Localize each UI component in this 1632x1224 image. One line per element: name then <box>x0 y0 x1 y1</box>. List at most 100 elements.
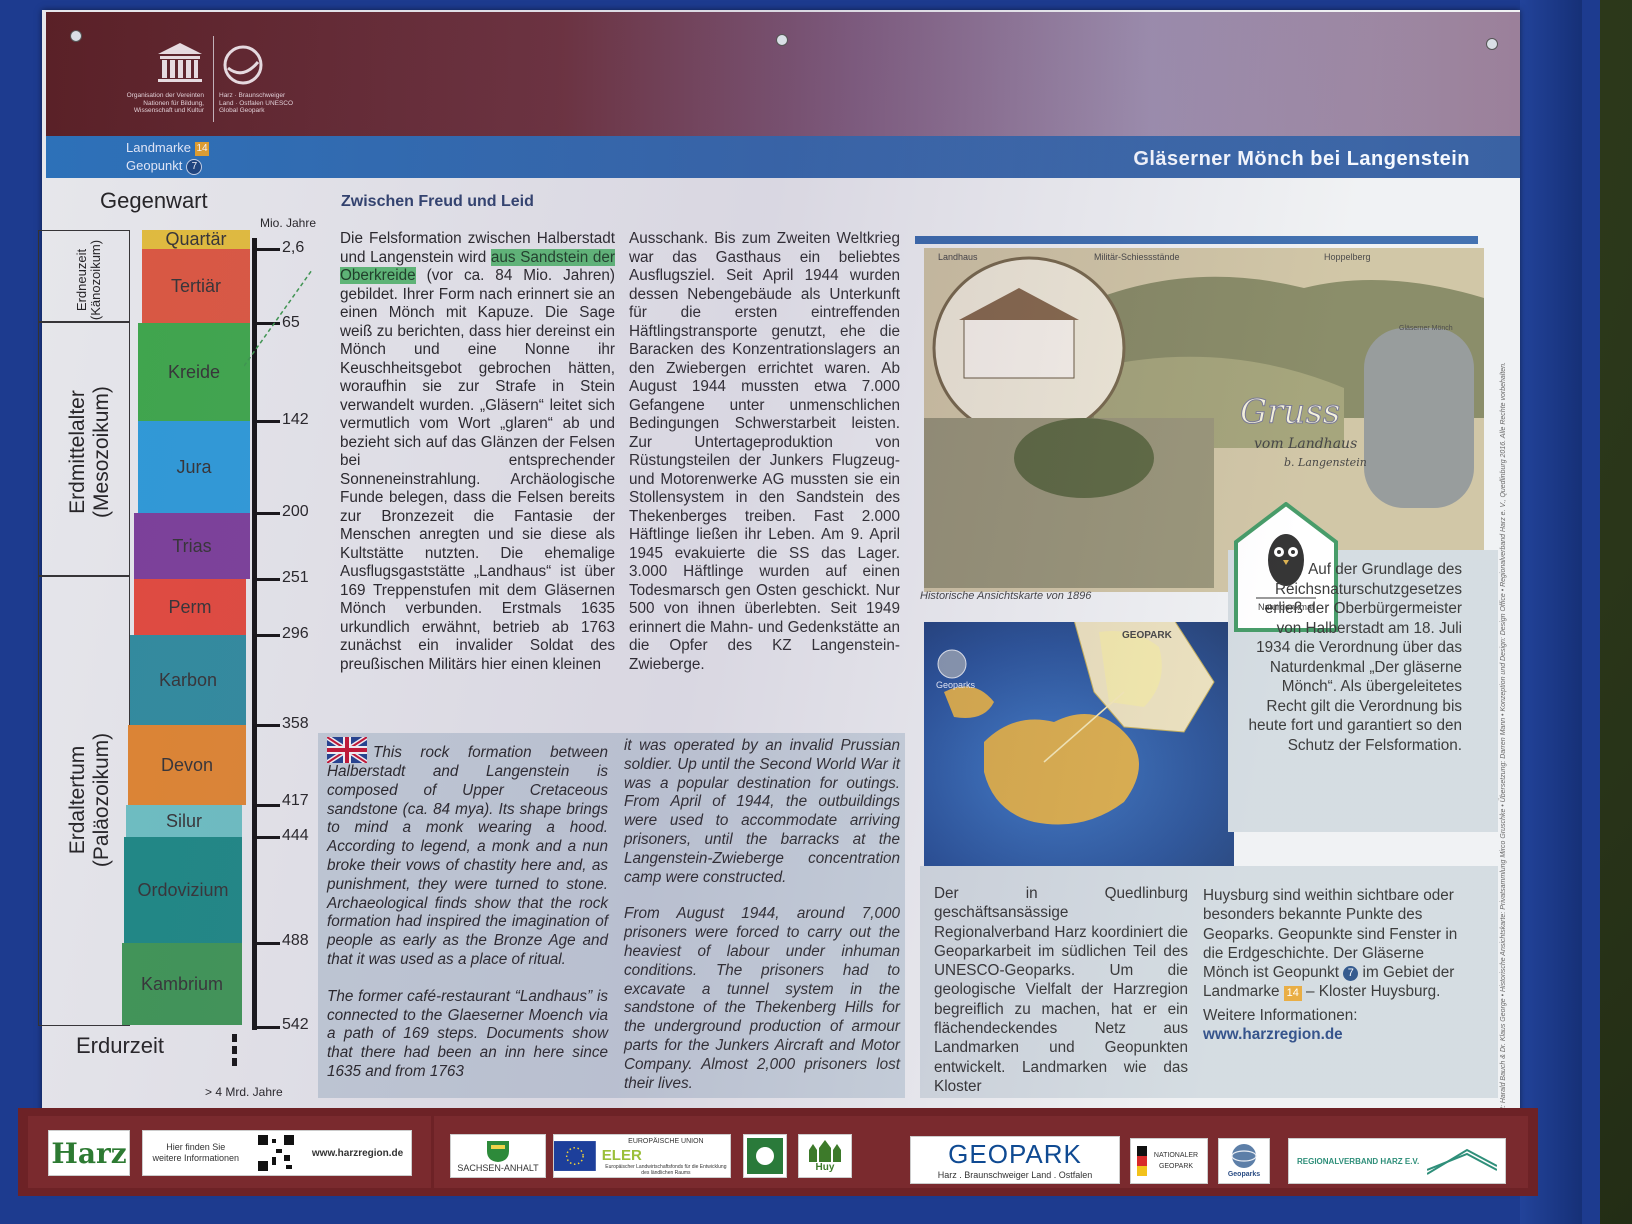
timeline-unit-label: Mio. Jahre <box>260 216 317 230</box>
postcard-label-landhaus: Landhaus <box>938 252 978 262</box>
tick-mark <box>252 836 280 839</box>
postcard-langenstein-text: b. Langenstein <box>1284 456 1367 469</box>
tick-label: 251 <box>282 569 309 586</box>
regionalverband-col2: Huysburg sind weithin sichtbare oder bes… <box>1203 886 1465 1044</box>
union-jack-flag-icon <box>327 737 367 763</box>
period-kambrium: Kambrium <box>122 943 242 1025</box>
geopark-map-image: GEOPARK Geoparks <box>924 619 1234 867</box>
map-geoparks-label: Geoparks <box>936 680 976 690</box>
era-label-erdmittelalter: Erdmittelalter (Mesozoikum) <box>66 386 113 518</box>
eu-flag-icon <box>554 1141 596 1171</box>
postcard-label-moench: Gläserner Mönch <box>1399 325 1453 332</box>
regionalverband-logo: REGIONALVERBAND HARZ E.V. <box>1288 1138 1506 1184</box>
tick-mark <box>252 420 280 423</box>
period-silur: Silur <box>126 805 242 837</box>
oberkreide-pointer-line <box>244 269 313 367</box>
article-title: Zwischen Freud und Leid <box>341 193 534 210</box>
tick-label: 358 <box>282 715 309 732</box>
tick-label: 142 <box>282 411 309 428</box>
article-german-col2: Ausschank. Bis zum Zweiten Weltkrieg war… <box>629 230 900 673</box>
german-flag-icon <box>1137 1146 1147 1176</box>
timeline-bottom-label: Erdurzeit <box>76 1033 165 1058</box>
postcard-top-bar <box>915 236 1478 244</box>
unesco-caption: Organisation der Vereinten Nationen für … <box>126 92 204 114</box>
sachsen-anhalt-logo: SACHSEN-ANHALT <box>450 1134 546 1178</box>
postcard-label-schiessstaende: Militär-Schiessstände <box>1094 252 1180 262</box>
tick-mark <box>252 248 280 251</box>
tick-mark <box>252 578 280 581</box>
regionalverband-col1: Der in Quedlinburg geschäftsansässige Re… <box>934 885 1188 1095</box>
huy-church-icon <box>809 1139 841 1162</box>
tick-label: 200 <box>282 503 309 520</box>
period-tertiaer: Tertiär <box>142 249 250 323</box>
tick-mark <box>252 512 280 515</box>
screw-head-icon <box>776 34 788 46</box>
geopark-logo: GEOPARK Harz . Braunschweiger Land . Ost… <box>910 1136 1120 1184</box>
era-label-erdneuzeit: Erdneuzeit (Känozoikum) <box>74 239 103 321</box>
europe-map-illustration: GEOPARK Geoparks <box>936 619 1215 825</box>
tick-label: 488 <box>282 932 309 949</box>
nationaler-geopark-logo: NATIONALER GEOPARK <box>1130 1138 1208 1184</box>
sachsen-anhalt-crest-icon <box>487 1140 509 1162</box>
qr-code-box: Hier finden Sie weitere Informationen ww… <box>142 1130 412 1176</box>
tick-label: 2,6 <box>282 239 305 256</box>
landmarke-inline-badge: 14 <box>1283 986 1302 1002</box>
postcard-caption: Historische Ansichtskarte von 1896 <box>920 590 1092 602</box>
leader-logo-icon <box>743 1134 787 1178</box>
qr-caption: Hier finden Sie weitere Informationen <box>152 1142 240 1163</box>
period-quartaer: Quartär <box>142 230 250 249</box>
global-geoparks-logo: Geoparks <box>1218 1138 1270 1184</box>
postcard-illustration: Gruss vom Landhaus b. Langenstein Landha… <box>924 248 1484 592</box>
period-ordovizium: Ordovizium <box>124 837 242 943</box>
geopunkt-inline-badge: 7 <box>1343 966 1359 982</box>
period-perm: Perm <box>134 579 246 635</box>
period-trias: Trias <box>134 513 250 579</box>
globe-icon <box>1231 1143 1257 1168</box>
geopunkt-badge: 7 <box>186 158 203 175</box>
historic-postcard-image: Gruss vom Landhaus b. Langenstein Landha… <box>924 248 1484 592</box>
tick-mark <box>252 804 280 807</box>
credits-vertical: Text: Harald Bauch & Dr. Klaus George • … <box>1500 361 1507 1120</box>
landmark-info: Landmarke 14 Geopunkt 7 <box>126 139 210 175</box>
postcard-vom-text: vom Landhaus <box>1254 436 1357 452</box>
geopark-logo-icon <box>223 45 263 85</box>
tick-mark <box>252 1026 280 1029</box>
article-english-col1: This rock formation between Halberstadt … <box>327 737 608 1082</box>
period-jura: Jura <box>138 421 250 513</box>
eler-logo: EUROPÄISCHE UNION ELER Europäischer Land… <box>553 1134 731 1178</box>
article-german-col1: Die Felsformation zwischen Halberstadt u… <box>340 230 616 673</box>
naturdenkmal-text: Auf der Grundlage des Reichsnaturschutzg… <box>1248 561 1462 754</box>
more-info-label: Weitere Informationen: <box>1203 1006 1358 1024</box>
period-kreide: Kreide <box>138 323 250 421</box>
period-devon: Devon <box>128 725 246 805</box>
period-karbon: Karbon <box>130 635 246 725</box>
screw-head-icon <box>70 30 82 42</box>
harzregion-link[interactable]: www.harzregion.de <box>1203 1025 1465 1044</box>
harz-logo: Harz <box>48 1130 130 1176</box>
sign-post-right <box>1520 0 1582 1224</box>
tick-label: 296 <box>282 625 309 642</box>
unesco-logo-icon <box>158 43 202 82</box>
qr-code-icon[interactable] <box>256 1133 297 1173</box>
postcard-gruss-text: Gruss <box>1240 392 1340 432</box>
tick-label: 542 <box>282 1016 309 1033</box>
tick-mark <box>252 942 280 945</box>
postcard-label-hoppelberg: Hoppelberg <box>1324 252 1371 262</box>
geopunkt-label: Geopunkt <box>126 158 183 173</box>
screw-head-icon <box>1486 38 1498 50</box>
tick-label: 417 <box>282 792 309 809</box>
landmarke-label: Landmarke <box>126 140 192 155</box>
timeline-bottom-age: > 4 Mrd. Jahre <box>205 1085 283 1099</box>
timeline-continuation-dots <box>232 1034 237 1070</box>
timeline-top-label: Gegenwart <box>100 188 208 213</box>
era-label-erdaltertum: Erdaltertum (Paläozoikum) <box>66 732 113 868</box>
tick-mark <box>252 724 280 727</box>
page-title: Gläserner Mönch bei Langenstein <box>1133 148 1470 170</box>
tick-mark <box>252 634 280 637</box>
tick-label: 444 <box>282 827 309 844</box>
geopark-caption: Harz · Braunschweiger Land · Ostfalen UN… <box>219 92 294 114</box>
logo-divider <box>213 36 214 122</box>
qr-url: www.harzregion.de <box>311 1147 404 1159</box>
article-english-col2: it was operated by an invalid Prussian s… <box>624 737 900 1092</box>
mountain-lines-icon <box>1427 1148 1497 1175</box>
